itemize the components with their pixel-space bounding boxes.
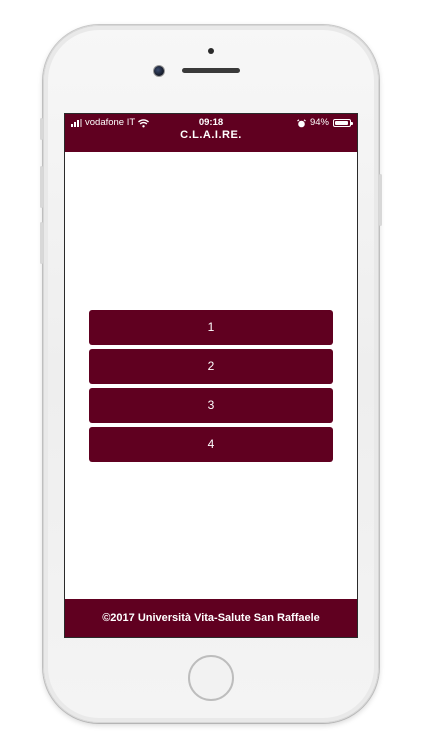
battery-percent: 94% bbox=[309, 117, 329, 128]
menu-button-3[interactable]: 3 bbox=[89, 388, 333, 423]
volume-down-button bbox=[40, 222, 43, 264]
status-right: 94% bbox=[297, 117, 353, 129]
app-footer: ©2017 Università Vita-Salute San Raffael… bbox=[65, 599, 357, 637]
menu-button-2[interactable]: 2 bbox=[89, 349, 333, 384]
battery-icon bbox=[333, 119, 353, 127]
front-camera bbox=[153, 65, 165, 77]
page: vodafone IT 09:18 94% C.L.A.I.RE. 1 2 3 … bbox=[0, 0, 422, 750]
proximity-sensor bbox=[208, 48, 214, 54]
alarm-clock-icon bbox=[297, 118, 306, 127]
app-screen: vodafone IT 09:18 94% C.L.A.I.RE. 1 2 3 … bbox=[64, 113, 358, 638]
mute-switch bbox=[40, 118, 43, 140]
status-bar: vodafone IT 09:18 94% bbox=[65, 117, 357, 129]
home-button[interactable] bbox=[188, 655, 234, 701]
copyright-text: ©2017 Università Vita-Salute San Raffael… bbox=[102, 612, 320, 624]
app-header: vodafone IT 09:18 94% C.L.A.I.RE. bbox=[65, 114, 357, 152]
menu-button-4[interactable]: 4 bbox=[89, 427, 333, 462]
menu-list: 1 2 3 4 bbox=[89, 310, 333, 466]
earpiece-speaker bbox=[182, 68, 240, 73]
power-button bbox=[379, 174, 382, 226]
volume-up-button bbox=[40, 166, 43, 208]
battery-fill bbox=[335, 121, 349, 125]
menu-button-1[interactable]: 1 bbox=[89, 310, 333, 345]
app-title: C.L.A.I.RE. bbox=[180, 129, 242, 141]
